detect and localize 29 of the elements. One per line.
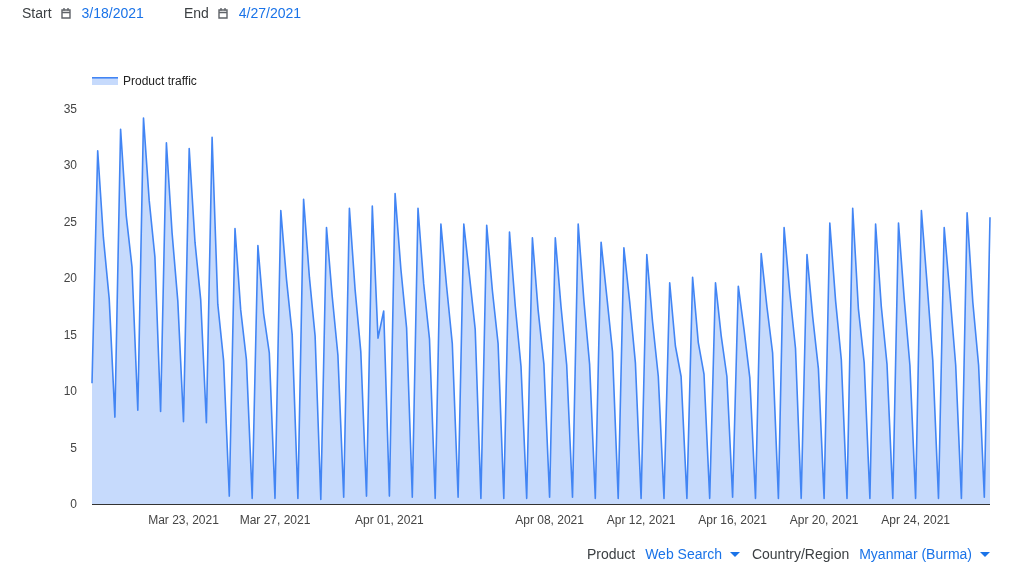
x-axis-label: Apr 16, 2021 bbox=[698, 513, 767, 527]
filter-dropdown[interactable]: Myanmar (Burma) bbox=[859, 546, 990, 562]
start-label: Start bbox=[22, 5, 52, 21]
y-axis-label: 0 bbox=[70, 497, 77, 511]
x-axis-label: Apr 20, 2021 bbox=[789, 513, 859, 527]
x-axis-label: Mar 23, 2021 bbox=[148, 513, 219, 527]
y-axis-label: 35 bbox=[63, 102, 77, 116]
legend-label: Product traffic bbox=[123, 74, 197, 88]
x-axis-label: Apr 24, 2021 bbox=[881, 513, 950, 527]
caret-icon bbox=[980, 551, 990, 557]
end-date-picker[interactable]: 4/27/2021 bbox=[238, 5, 302, 21]
caret-icon bbox=[729, 551, 740, 557]
filter-label: Product bbox=[586, 546, 636, 562]
y-axis-label: 20 bbox=[63, 271, 77, 286]
y-axis-label: 5 bbox=[70, 440, 77, 455]
y-axis-label: 30 bbox=[63, 158, 77, 173]
x-axis-label: Apr 01, 2021 bbox=[355, 513, 424, 527]
x-axis-label: Apr 08, 2021 bbox=[515, 513, 584, 527]
y-axis-label: 25 bbox=[63, 214, 77, 229]
y-axis-label: 10 bbox=[63, 384, 77, 399]
filter-dropdown[interactable]: Web Search bbox=[645, 546, 740, 562]
filter-label: Country/Region bbox=[751, 546, 850, 562]
calendar-icon bbox=[217, 7, 228, 19]
x-axis-label: Apr 12, 2021 bbox=[606, 513, 676, 527]
calendar-icon bbox=[60, 7, 71, 19]
start-date-picker[interactable]: 3/18/2021 bbox=[81, 5, 144, 21]
y-axis-label: 15 bbox=[63, 327, 77, 342]
end-label: End bbox=[183, 5, 209, 21]
x-axis-label: Mar 27, 2021 bbox=[239, 513, 311, 527]
